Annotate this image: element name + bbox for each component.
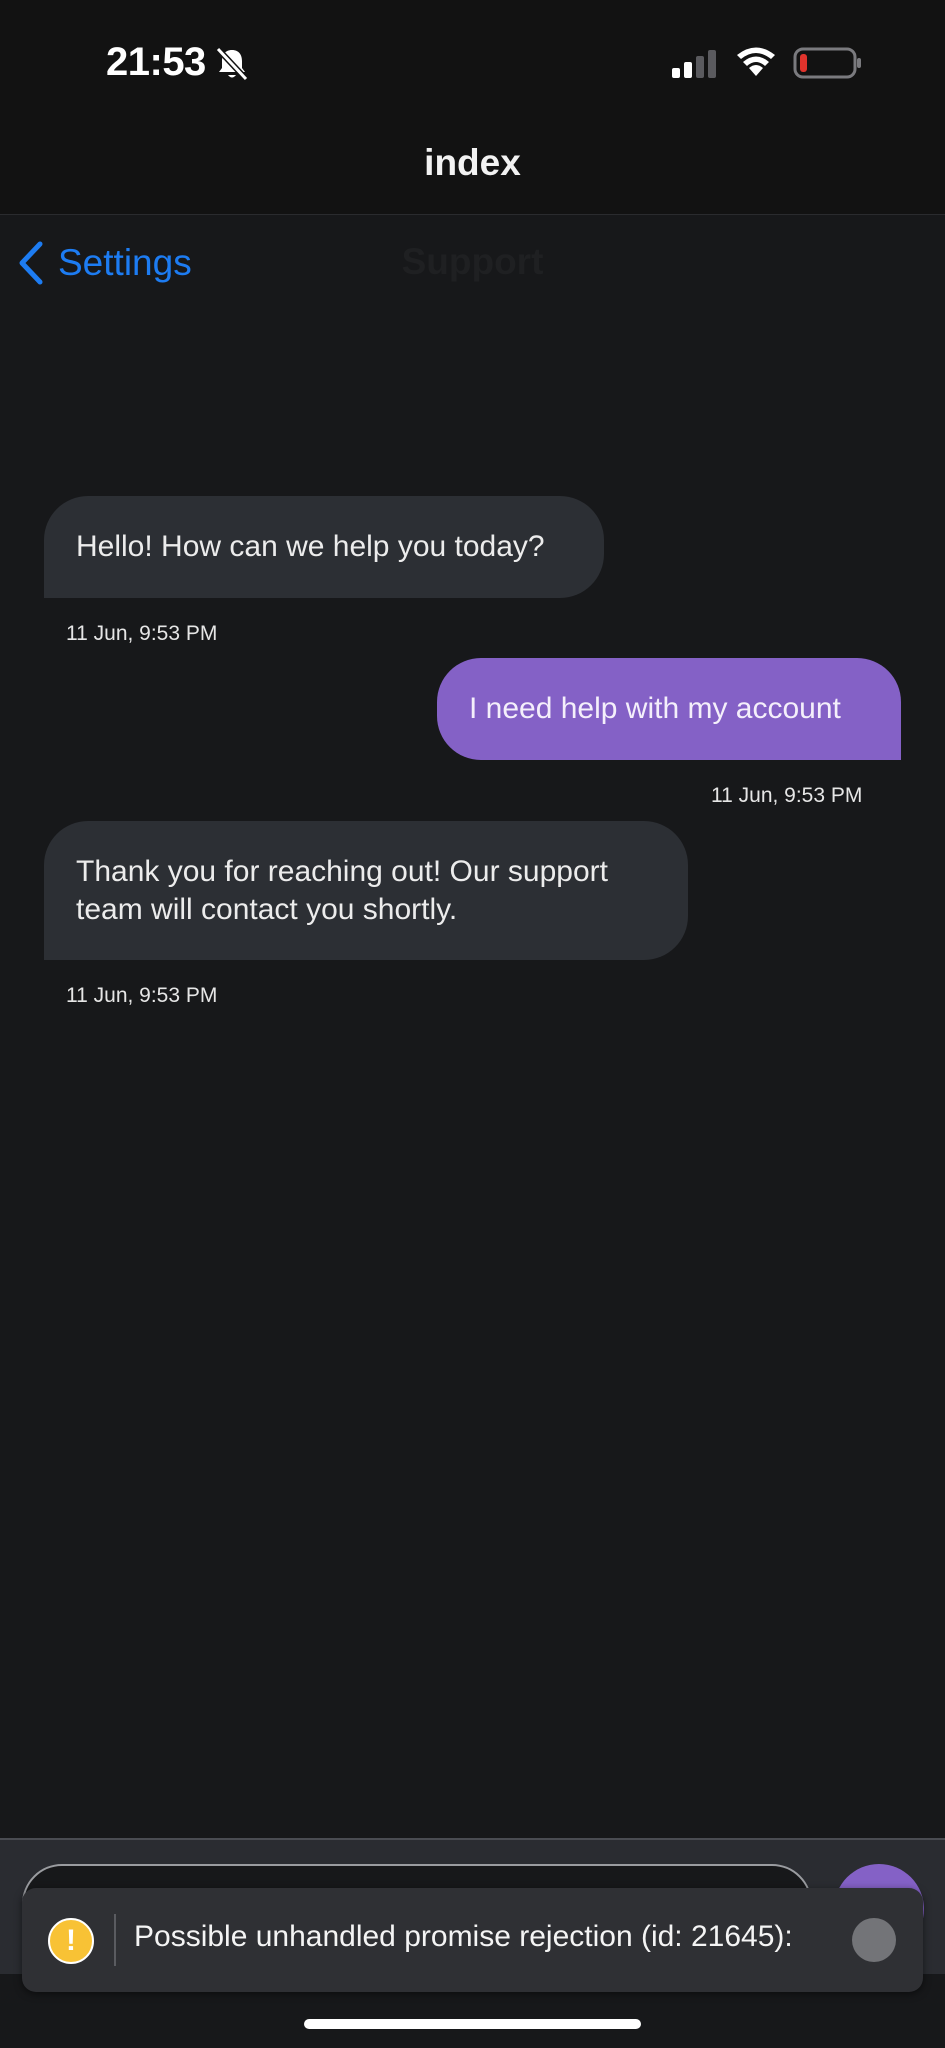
message-timestamp: 11 Jun, 9:53 PM xyxy=(66,984,218,1007)
battery-low-icon xyxy=(793,47,861,79)
warning-toast[interactable]: ! Possible unhandled promise rejection (… xyxy=(22,1888,923,1992)
message-bubble-outgoing[interactable]: I need help with my account xyxy=(437,658,901,760)
toast-divider xyxy=(114,1914,116,1966)
message-text: Hello! How can we help you today? xyxy=(76,530,545,563)
message-bubble-incoming[interactable]: Thank you for reaching out! Our support … xyxy=(44,821,688,960)
warning-icon: ! xyxy=(48,1918,94,1964)
message-timestamp: 11 Jun, 9:53 PM xyxy=(66,622,218,645)
message-bubble-incoming[interactable]: Hello! How can we help you today? xyxy=(44,496,604,598)
nav-bar: Settings Support xyxy=(0,215,945,311)
status-bar: 21:53 xyxy=(0,0,945,120)
signal-icon xyxy=(672,50,716,78)
home-indicator xyxy=(304,2019,641,2029)
status-time: 21:53 xyxy=(106,40,206,84)
page-title: index xyxy=(424,142,521,183)
app-header: index xyxy=(0,120,945,215)
toast-message: Possible unhandled promise rejection (id… xyxy=(134,1920,793,1953)
nav-title: Support xyxy=(401,241,544,282)
message-text: Thank you for reaching out! Our support … xyxy=(76,854,608,926)
dismiss-button[interactable] xyxy=(852,1918,896,1962)
wifi-icon xyxy=(737,47,775,76)
bell-slash-icon xyxy=(215,46,249,82)
chat-screen: 21:53 index Settings Support Hello! How … xyxy=(0,0,945,2048)
message-timestamp: 11 Jun, 9:53 PM xyxy=(711,784,863,807)
message-text: I need help with my account xyxy=(469,692,841,725)
